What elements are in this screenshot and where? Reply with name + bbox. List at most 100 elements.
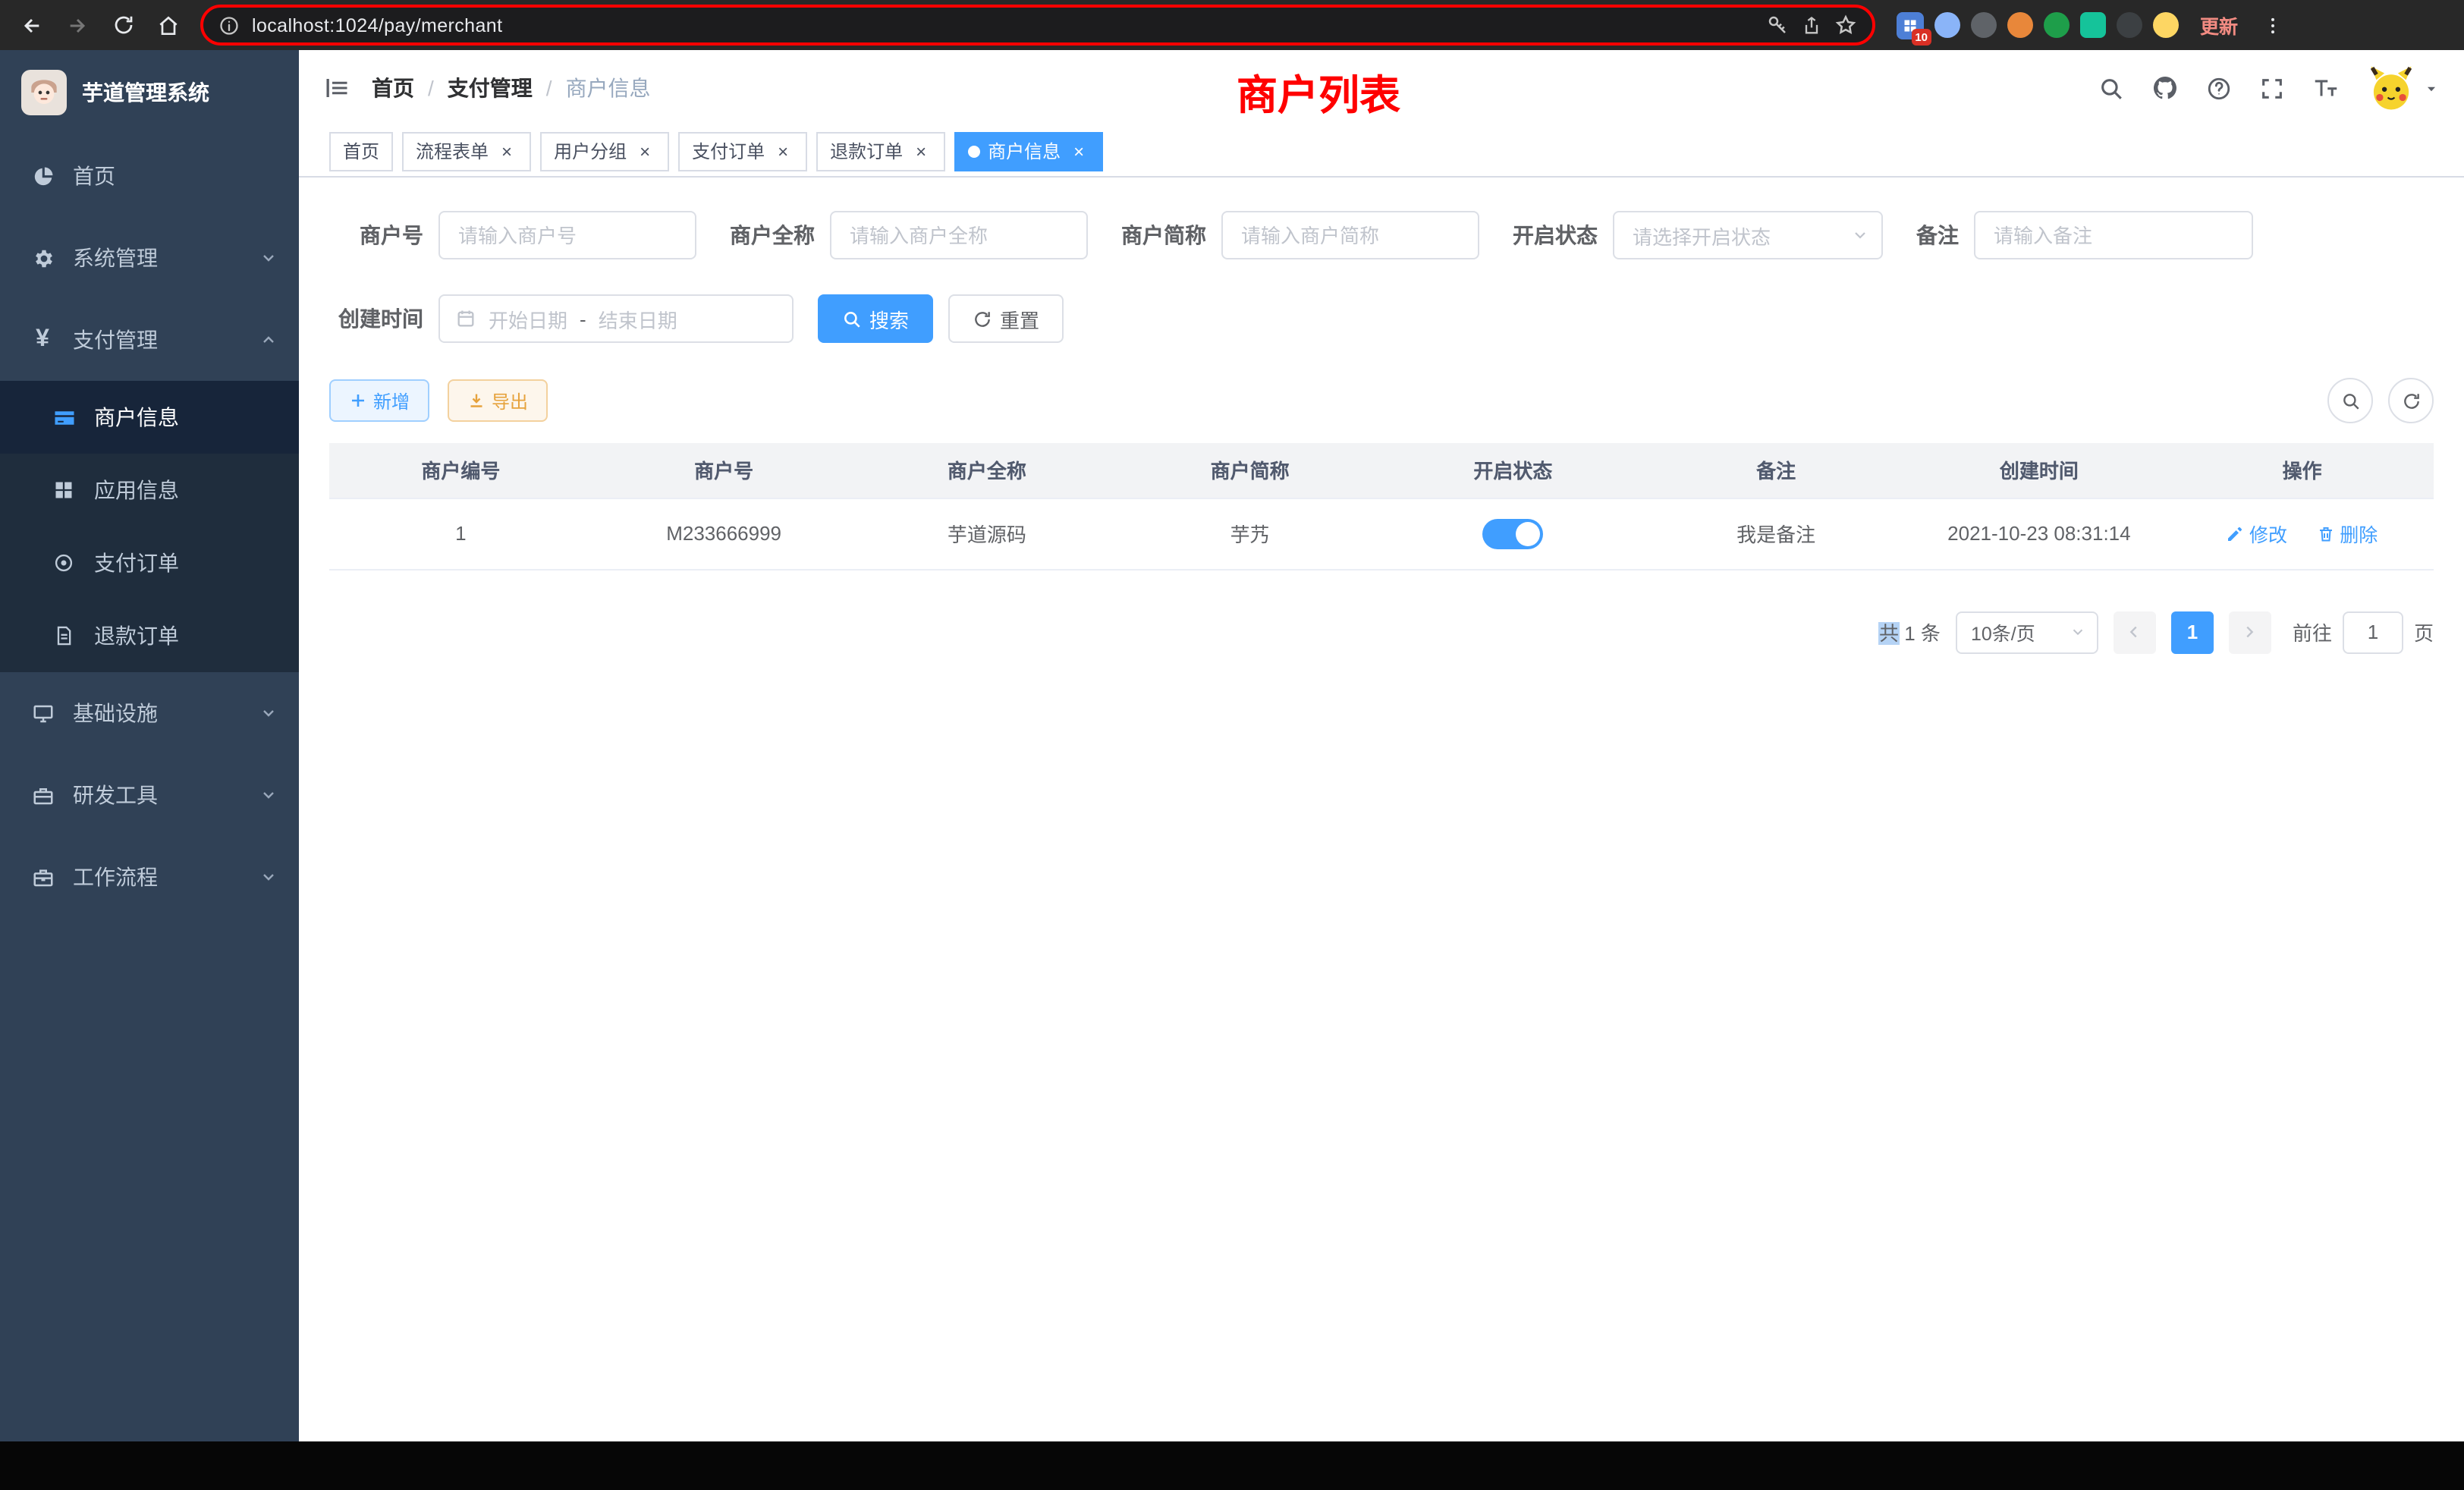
chevron-down-icon [259,704,278,722]
date-range-picker[interactable]: 开始日期 - 结束日期 [438,294,794,343]
refresh-table-button[interactable] [2388,378,2434,423]
close-icon[interactable]: × [634,140,655,162]
app-logo[interactable]: 芋道管理系统 [0,50,299,135]
breadcrumb-separator: / [546,76,552,100]
extension-icon[interactable] [2007,12,2033,38]
sidebar-item-home[interactable]: 首页 [0,135,299,217]
site-info-icon[interactable] [218,14,240,36]
remark-input[interactable] [1974,211,2253,259]
url-text[interactable]: localhost:1024/pay/merchant [252,14,502,36]
edit-link[interactable]: 修改 [2227,519,2287,548]
delete-link-label: 删除 [2340,519,2378,548]
status-select[interactable]: 请选择开启状态 [1613,211,1883,259]
filter-status: 开启状态 请选择开启状态 [1513,211,1883,259]
sidebar-collapse-icon[interactable] [323,74,350,102]
search-button[interactable]: 搜索 [818,294,933,343]
merchant-short-name-input[interactable] [1221,211,1479,259]
sidebar-item-label: 商户信息 [94,402,278,432]
page-number-button[interactable]: 1 [2171,611,2214,653]
extension-icon[interactable] [1971,12,1997,38]
fullscreen-icon[interactable] [2259,75,2285,101]
sidebar-item-refund-order[interactable]: 退款订单 [0,599,299,672]
tab-merchant-info[interactable]: 商户信息 × [954,131,1103,171]
field-label: 商户简称 [1121,220,1206,250]
document-icon [52,624,76,648]
help-icon[interactable] [2206,75,2232,101]
breadcrumb-payment[interactable]: 支付管理 [448,73,533,103]
screen: localhost:1024/pay/merchant 10 [0,0,2464,1490]
browser-menu-icon[interactable] [2253,5,2293,45]
status-toggle[interactable] [1482,518,1543,549]
tab-refund-order[interactable]: 退款订单 × [816,131,945,171]
reload-button[interactable] [103,5,143,45]
show-search-toggle-button[interactable] [2327,378,2373,423]
close-icon[interactable]: × [910,140,932,162]
home-button[interactable] [149,5,188,45]
tags-view-bar: 首页 流程表单 × 用户分组 × 支付订单 × 退款订单 × [299,126,2464,178]
delete-link[interactable]: 删除 [2317,519,2378,548]
sidebar-item-dev-tools[interactable]: 研发工具 [0,754,299,836]
sidebar-item-payment[interactable]: ¥ 支付管理 [0,299,299,381]
trash-icon [2317,524,2335,542]
tab-pay-order[interactable]: 支付订单 × [678,131,807,171]
password-key-icon[interactable] [1766,14,1789,36]
cell-create-time: 2021-10-23 08:31:14 [1908,498,2171,569]
briefcase-icon [30,865,55,889]
github-icon[interactable] [2151,74,2179,102]
extension-icon[interactable] [2153,12,2179,38]
search-icon[interactable] [2098,75,2124,101]
refresh-icon [2401,391,2421,410]
next-page-button[interactable] [2229,611,2271,653]
back-button[interactable] [12,5,52,45]
close-icon[interactable]: × [1068,140,1089,162]
sidebar-item-workflow[interactable]: 工作流程 [0,836,299,918]
export-button[interactable]: 导出 [448,379,548,422]
breadcrumb-home[interactable]: 首页 [372,73,414,103]
share-icon[interactable] [1801,14,1822,36]
forward-button[interactable] [58,5,97,45]
select-placeholder: 请选择开启状态 [1633,221,1771,250]
extension-icon[interactable] [2080,12,2106,38]
sidebar-item-pay-order[interactable]: 支付订单 [0,527,299,599]
close-icon[interactable]: × [772,140,794,162]
gear-icon [30,246,55,270]
header-remark: 备注 [1645,443,1908,498]
sidebar-item-label: 工作流程 [73,862,241,892]
date-separator: - [580,307,586,330]
filter-remark: 备注 [1916,211,2253,259]
extensions-icon[interactable]: 10 [1897,11,1924,39]
sidebar-item-merchant-info[interactable]: 商户信息 [0,381,299,454]
sidebar-item-system[interactable]: 系统管理 [0,217,299,299]
merchant-full-name-input[interactable] [830,211,1088,259]
tab-label: 流程表单 [416,138,489,164]
browser-update-button[interactable]: 更新 [2200,11,2238,39]
sidebar-item-app-info[interactable]: 应用信息 [0,454,299,527]
add-button[interactable]: 新增 [329,379,429,422]
page-size-select[interactable]: 10条/页 [1956,611,2098,653]
user-menu[interactable] [2367,64,2440,112]
tab-home[interactable]: 首页 [329,131,393,171]
extension-icon[interactable] [1934,12,1960,38]
cell-actions: 修改 删除 [2170,498,2434,569]
header-merchant-no: 商户号 [592,443,856,498]
sidebar-item-infrastructure[interactable]: 基础设施 [0,672,299,754]
goto-page-input[interactable] [2343,611,2403,653]
end-date-placeholder: 结束日期 [599,304,677,333]
tab-user-group[interactable]: 用户分组 × [540,131,669,171]
bookmark-star-icon[interactable] [1834,14,1857,36]
extension-icon[interactable] [2117,12,2142,38]
font-size-icon[interactable] [2312,74,2340,102]
search-button-label: 搜索 [869,304,909,333]
sidebar-item-label: 基础设施 [73,698,241,728]
extension-icon[interactable] [2044,12,2070,38]
reset-button[interactable]: 重置 [948,294,1064,343]
filter-row-1: 商户号 商户全称 商户简称 开启状态 请选择开启状态 [329,211,2434,259]
target-icon [52,551,76,575]
sidebar: 芋道管理系统 首页 系统管理 ¥ 支付管理 [0,50,299,1441]
cell-remark: 我是备注 [1645,498,1908,569]
address-bar[interactable]: localhost:1024/pay/merchant [200,5,1875,46]
close-icon[interactable]: × [496,140,517,162]
prev-page-button[interactable] [2114,611,2156,653]
merchant-no-input[interactable] [438,211,696,259]
tab-process-form[interactable]: 流程表单 × [402,131,531,171]
